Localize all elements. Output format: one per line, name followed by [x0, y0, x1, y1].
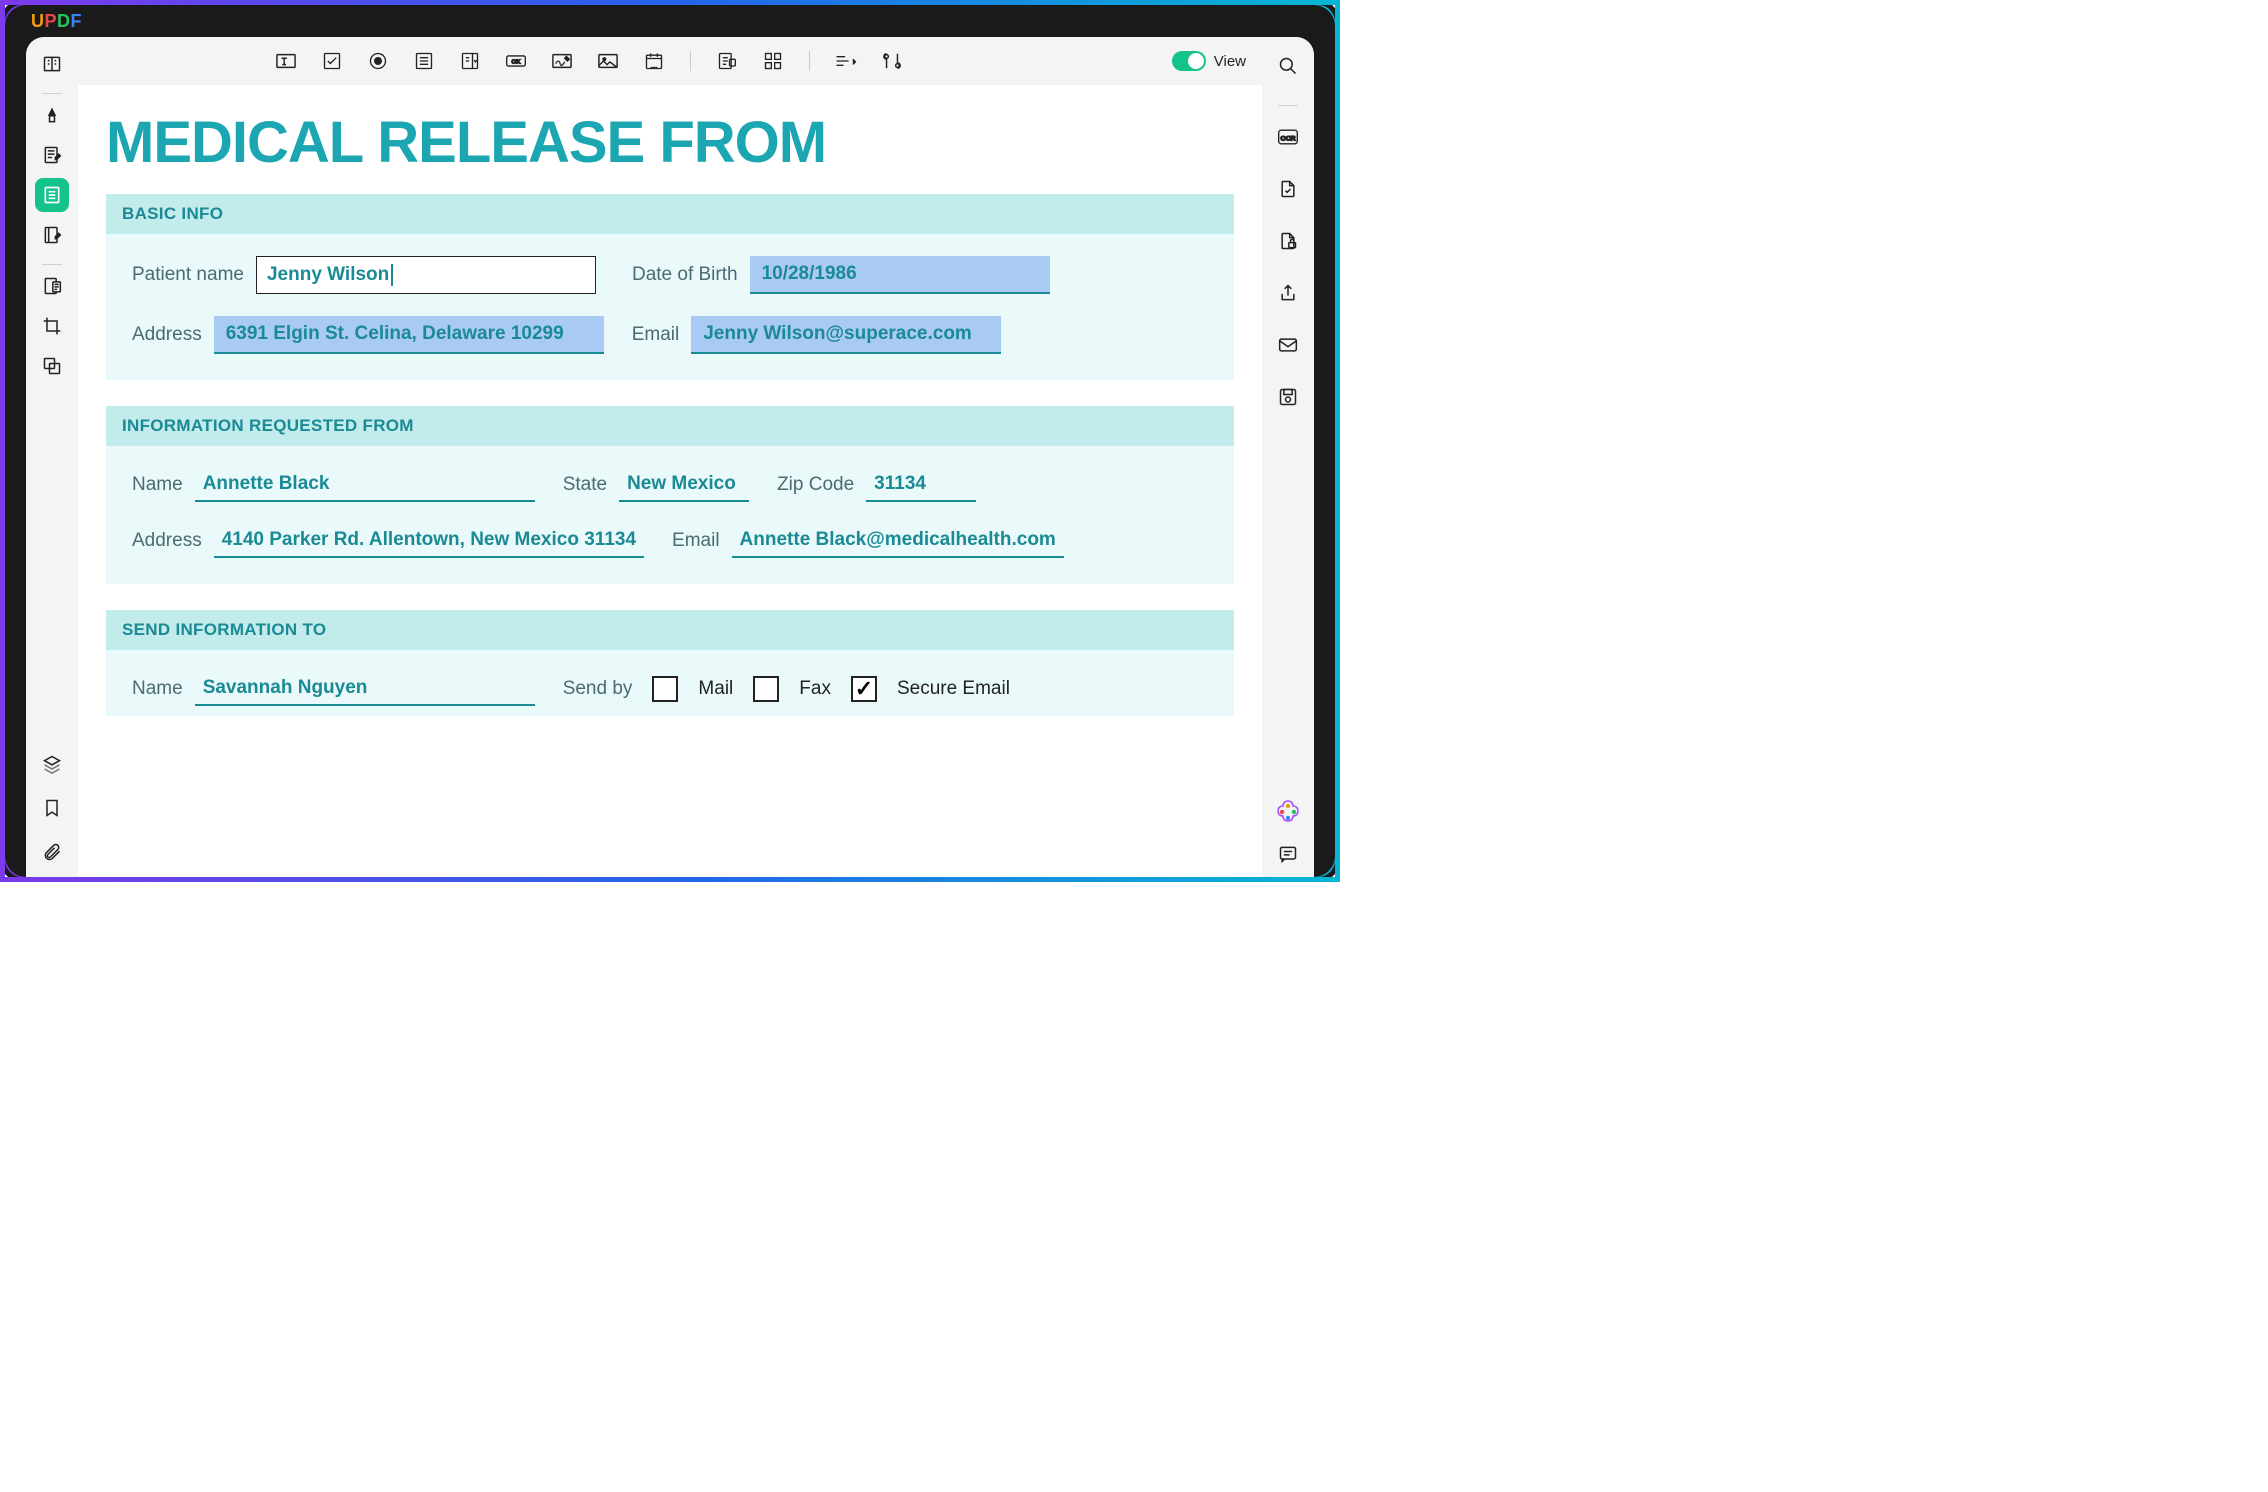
text-cursor — [391, 264, 393, 286]
req-state-field[interactable]: New Mexico — [619, 468, 749, 502]
app-logo: UPDF — [31, 11, 82, 32]
signature-tool-icon[interactable] — [548, 47, 576, 75]
address-label: Address — [132, 324, 202, 346]
req-name-value: Annette Black — [203, 473, 330, 495]
req-email-label: Email — [672, 530, 720, 552]
mail-checkbox[interactable] — [652, 676, 678, 702]
button-tool-icon[interactable]: OK — [502, 47, 530, 75]
right-sidebar: OCR — [1262, 37, 1314, 877]
mail-label: Mail — [698, 678, 733, 700]
protect-icon[interactable] — [1271, 224, 1305, 258]
req-zip-label: Zip Code — [777, 474, 854, 496]
req-address-field[interactable]: 4140 Parker Rd. Allentown, New Mexico 31… — [214, 524, 644, 558]
fax-label: Fax — [799, 678, 831, 700]
dob-value: 10/28/1986 — [762, 263, 857, 285]
send-by-label: Send by — [563, 678, 633, 700]
bookmark-icon[interactable] — [35, 791, 69, 825]
patient-name-value: Jenny Wilson — [267, 264, 389, 286]
forms-icon[interactable] — [35, 178, 69, 212]
svg-text:OCR: OCR — [1281, 135, 1296, 142]
doc-title: MEDICAL RELEASE FROM — [106, 109, 1234, 176]
email-icon[interactable] — [1271, 328, 1305, 362]
titlebar: UPDF — [5, 5, 1335, 37]
crop-icon[interactable] — [35, 309, 69, 343]
share-icon[interactable] — [1271, 276, 1305, 310]
search-icon[interactable] — [1271, 49, 1305, 83]
reader-mode-icon[interactable] — [35, 47, 69, 81]
ocr-icon[interactable]: OCR — [1271, 120, 1305, 154]
compare-icon[interactable] — [35, 349, 69, 383]
annotate-icon[interactable] — [35, 98, 69, 132]
req-email-value: Annette Black@medicalhealth.com — [740, 529, 1056, 551]
center-pane: OK ··· — [78, 37, 1262, 877]
fax-checkbox[interactable] — [753, 676, 779, 702]
address-field[interactable]: 6391 Elgin St. Celina, Delaware 10299 — [214, 316, 604, 354]
radio-tool-icon[interactable] — [364, 47, 392, 75]
save-icon[interactable] — [1271, 380, 1305, 414]
checkbox-tool-icon[interactable] — [318, 47, 346, 75]
updf-brand-icon[interactable] — [1275, 799, 1301, 825]
patient-name-field[interactable]: Jenny Wilson — [256, 256, 596, 294]
combobox-tool-icon[interactable] — [456, 47, 484, 75]
convert-icon[interactable] — [1271, 172, 1305, 206]
image-tool-icon[interactable] — [594, 47, 622, 75]
send-name-field[interactable]: Savannah Nguyen — [195, 672, 535, 706]
left-sidebar — [26, 37, 78, 877]
patient-name-label: Patient name — [132, 264, 244, 286]
date-tool-icon[interactable]: ··· — [640, 47, 668, 75]
app-body: OK ··· — [26, 37, 1314, 877]
dob-label: Date of Birth — [632, 264, 738, 286]
app-window: UPDF — [0, 0, 1340, 882]
view-toggle: View — [1172, 51, 1246, 71]
section-basic-info: BASIC INFO Patient name Jenny Wilson — [106, 194, 1234, 380]
form-properties-icon[interactable] — [713, 47, 741, 75]
req-state-value: New Mexico — [627, 473, 736, 495]
secure-email-checkbox[interactable] — [851, 676, 877, 702]
send-to-header: SEND INFORMATION TO — [106, 610, 1234, 650]
req-email-field[interactable]: Annette Black@medicalhealth.com — [732, 524, 1064, 558]
send-name-value: Savannah Nguyen — [203, 677, 368, 699]
attachment-icon[interactable] — [35, 835, 69, 869]
section-send-to: SEND INFORMATION TO Name Savannah Nguyen… — [106, 610, 1234, 716]
basic-info-header: BASIC INFO — [106, 194, 1234, 234]
req-address-value: 4140 Parker Rd. Allentown, New Mexico 31… — [222, 529, 636, 551]
grid-select-icon[interactable] — [759, 47, 787, 75]
form-toolbar: OK ··· — [78, 37, 1262, 85]
comment-icon[interactable] — [1271, 837, 1305, 871]
email-label: Email — [632, 324, 680, 346]
svg-text:OK: OK — [512, 60, 522, 66]
view-switch[interactable] — [1172, 51, 1206, 71]
req-zip-field[interactable]: 31134 — [866, 468, 976, 502]
listbox-tool-icon[interactable] — [410, 47, 438, 75]
address-value: 6391 Elgin St. Celina, Delaware 10299 — [226, 323, 564, 345]
document-canvas: MEDICAL RELEASE FROM BASIC INFO Patient … — [78, 85, 1262, 877]
section-requested-from: INFORMATION REQUESTED FROM Name Annette … — [106, 406, 1234, 584]
form-tools-icon[interactable] — [878, 47, 906, 75]
view-label: View — [1214, 53, 1246, 70]
secure-email-label: Secure Email — [897, 678, 1010, 700]
svg-text:···: ··· — [651, 64, 658, 71]
req-name-field[interactable]: Annette Black — [195, 468, 535, 502]
edit-page-icon[interactable] — [35, 138, 69, 172]
req-name-label: Name — [132, 474, 183, 496]
req-zip-value: 31134 — [874, 473, 926, 495]
dob-field[interactable]: 10/28/1986 — [750, 256, 1050, 294]
req-address-label: Address — [132, 530, 202, 552]
email-value: Jenny Wilson@superace.com — [703, 323, 972, 345]
layers-icon[interactable] — [35, 747, 69, 781]
email-field[interactable]: Jenny Wilson@superace.com — [691, 316, 1001, 354]
text-field-tool-icon[interactable] — [272, 47, 300, 75]
req-state-label: State — [563, 474, 607, 496]
redact-icon[interactable] — [35, 269, 69, 303]
requested-from-header: INFORMATION REQUESTED FROM — [106, 406, 1234, 446]
organize-pages-icon[interactable] — [35, 218, 69, 252]
send-name-label: Name — [132, 678, 183, 700]
align-tool-icon[interactable] — [832, 47, 860, 75]
